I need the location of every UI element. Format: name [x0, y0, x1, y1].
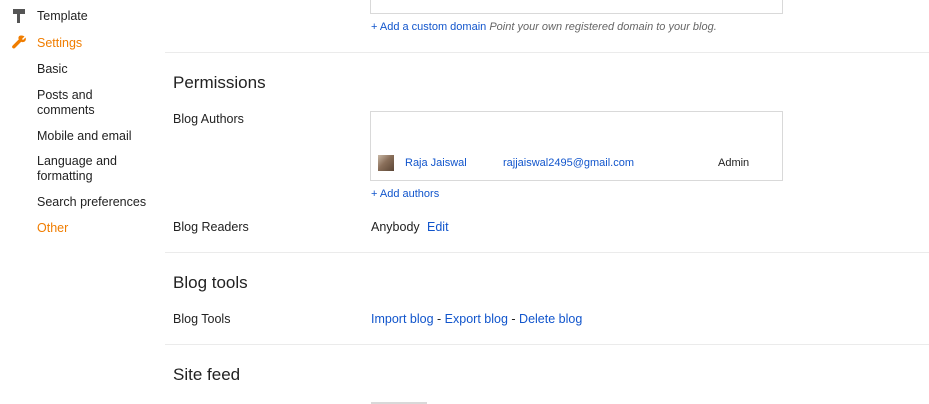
section-title-permissions: Permissions — [173, 73, 266, 92]
sidebar-item-other[interactable]: Other — [37, 221, 68, 236]
add-authors-link[interactable]: + Add authors — [371, 188, 439, 200]
export-blog-link[interactable]: Export blog — [445, 312, 508, 326]
sidebar-item-language-and-formatting[interactable]: Language and formatting — [37, 154, 117, 184]
paint-roller-icon — [13, 9, 25, 23]
blog-readers-label: Blog Readers — [173, 220, 249, 234]
add-custom-domain-link[interactable]: + Add a custom domain — [371, 21, 486, 33]
sidebar-item-settings[interactable]: Settings — [37, 36, 82, 51]
avatar — [378, 155, 394, 171]
domain-input-box[interactable] — [370, 0, 783, 14]
sidebar-item-posts-and-comments[interactable]: Posts and comments — [37, 88, 95, 118]
blog-tools-label: Blog Tools — [173, 312, 231, 326]
sidebar-item-label: Language and — [37, 154, 117, 168]
link-separator: - — [437, 312, 442, 326]
authors-box — [370, 111, 783, 181]
sidebar-item-label: formatting — [37, 169, 93, 183]
author-role[interactable]: Admin — [718, 157, 749, 169]
blog-readers-value: Anybody — [371, 220, 420, 234]
author-name[interactable]: Raja Jaiswal — [405, 157, 467, 169]
sidebar-item-label: comments — [37, 103, 95, 117]
sidebar-item-template[interactable]: Template — [37, 9, 88, 24]
blog-readers-edit-link[interactable]: Edit — [427, 220, 449, 234]
wrench-icon — [12, 35, 26, 49]
section-title-blog-tools: Blog tools — [173, 273, 248, 292]
custom-domain-helper: Point your own registered domain to your… — [489, 21, 717, 33]
sidebar-item-label: Posts and — [37, 88, 93, 102]
link-separator: - — [511, 312, 516, 326]
import-blog-link[interactable]: Import blog — [371, 312, 434, 326]
delete-blog-link[interactable]: Delete blog — [519, 312, 582, 326]
sidebar-item-search-preferences[interactable]: Search preferences — [37, 195, 146, 210]
section-divider — [165, 252, 929, 253]
blog-tools-links: Import blog - Export blog - Delete blog — [371, 312, 582, 326]
sidebar-item-basic[interactable]: Basic — [37, 62, 68, 77]
section-divider — [165, 52, 929, 53]
custom-domain-row: + Add a custom domain Point your own reg… — [371, 21, 717, 33]
blog-authors-label: Blog Authors — [173, 112, 244, 126]
sidebar-item-mobile-and-email[interactable]: Mobile and email — [37, 129, 132, 144]
sidebar-nav: Template Settings Basic Posts and commen… — [0, 0, 160, 404]
section-title-site-feed: Site feed — [173, 365, 241, 384]
section-divider — [165, 344, 929, 345]
author-email[interactable]: rajjaiswal2495@gmail.com — [503, 157, 634, 169]
